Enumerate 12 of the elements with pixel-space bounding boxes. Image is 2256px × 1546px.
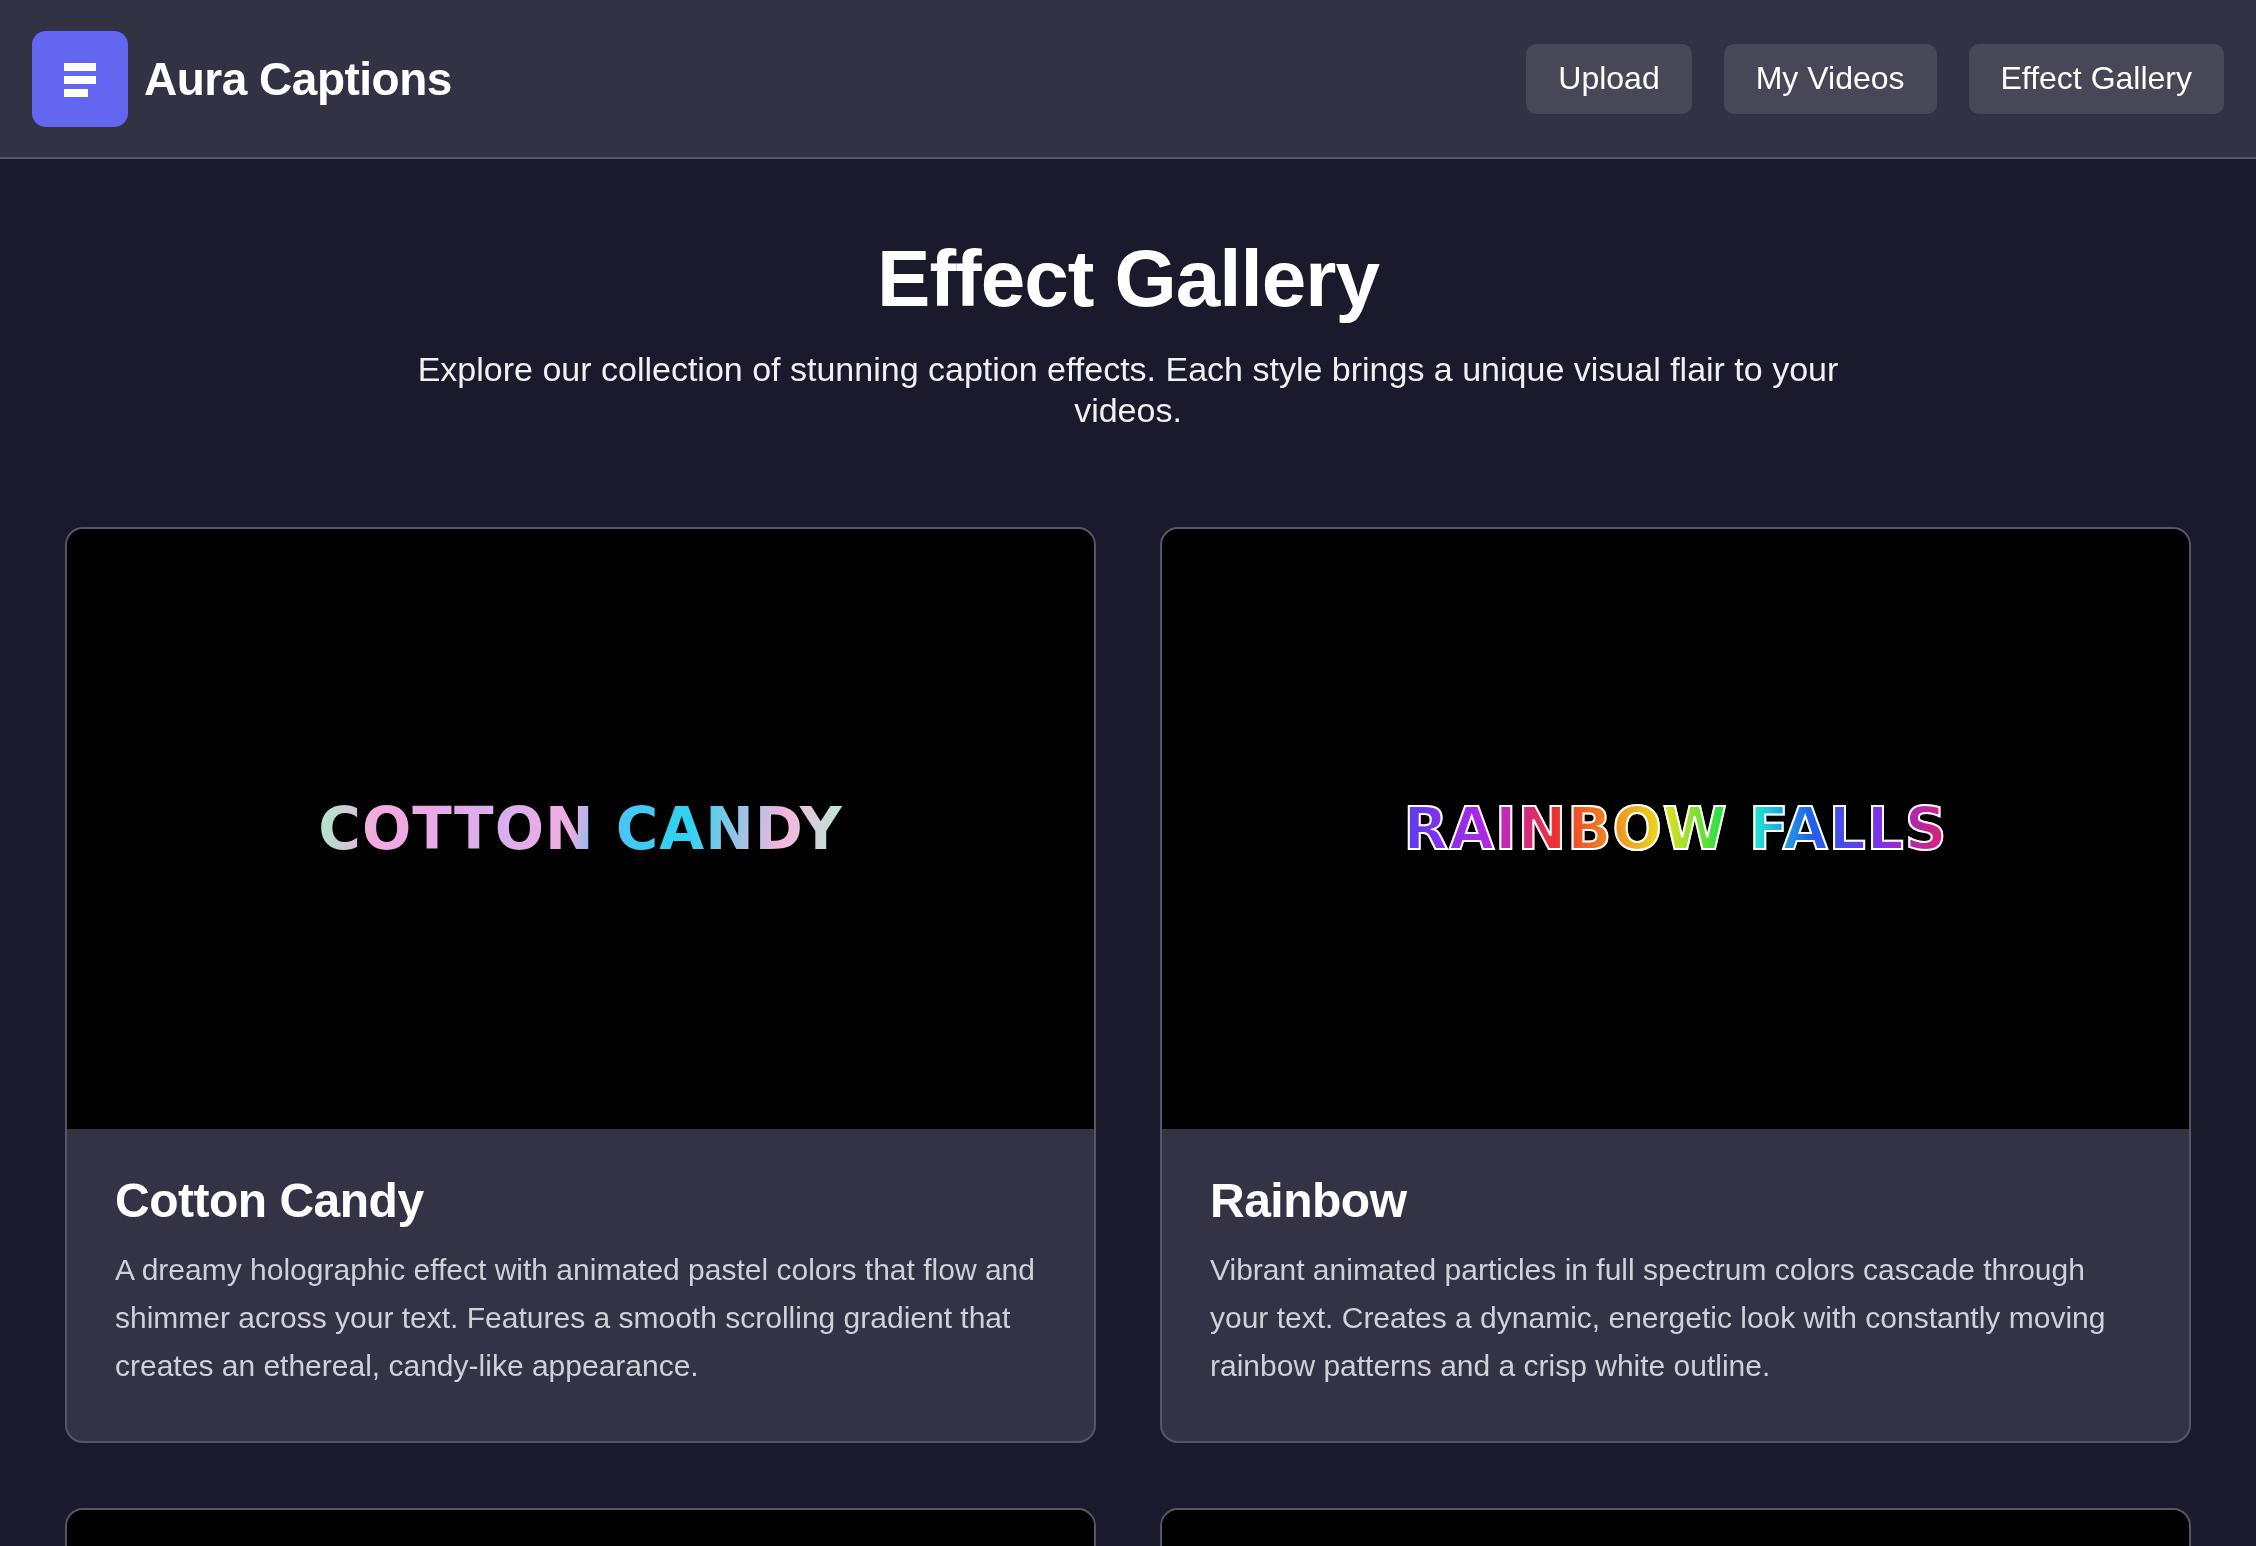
effect-description: Vibrant animated particles in full spectrum colors cascade through your text. Creates a dynamic, energetic look with constantly moving rainbow patterns and a crisp white outline. [1210, 1252, 2107, 1384]
effect-card[interactable]: RAINBOW FALLS Rainbow Vibrant animated particles in full spectrum colors cascade through your text. Creates a dynamic, energetic look with constantly moving rainbow patterns and a crisp white outline. [1160, 527, 2191, 1443]
page-title: Effect Gallery [877, 233, 1379, 325]
nav-button[interactable]: My Videos [1723, 43, 1937, 114]
logo-icon [32, 30, 128, 127]
effect-title: Cotton Candy [115, 1173, 425, 1228]
effect-description: A dreamy holographic effect with animated pastel colors that flow and shimmer across your text. Features a smooth scrolling gradient that creates an ethereal, candy-like appearance. [115, 1252, 1036, 1384]
nav-button[interactable]: Effect Gallery [1968, 43, 2224, 114]
page-subtitle: Explore our collection of stunning caption effects. Each style brings a unique visual flair to your videos. [416, 349, 1840, 431]
effect-title: Rainbow [1210, 1173, 1408, 1228]
nav-button[interactable]: Upload [1526, 43, 1692, 114]
app-name: Aura Captions [144, 51, 452, 106]
